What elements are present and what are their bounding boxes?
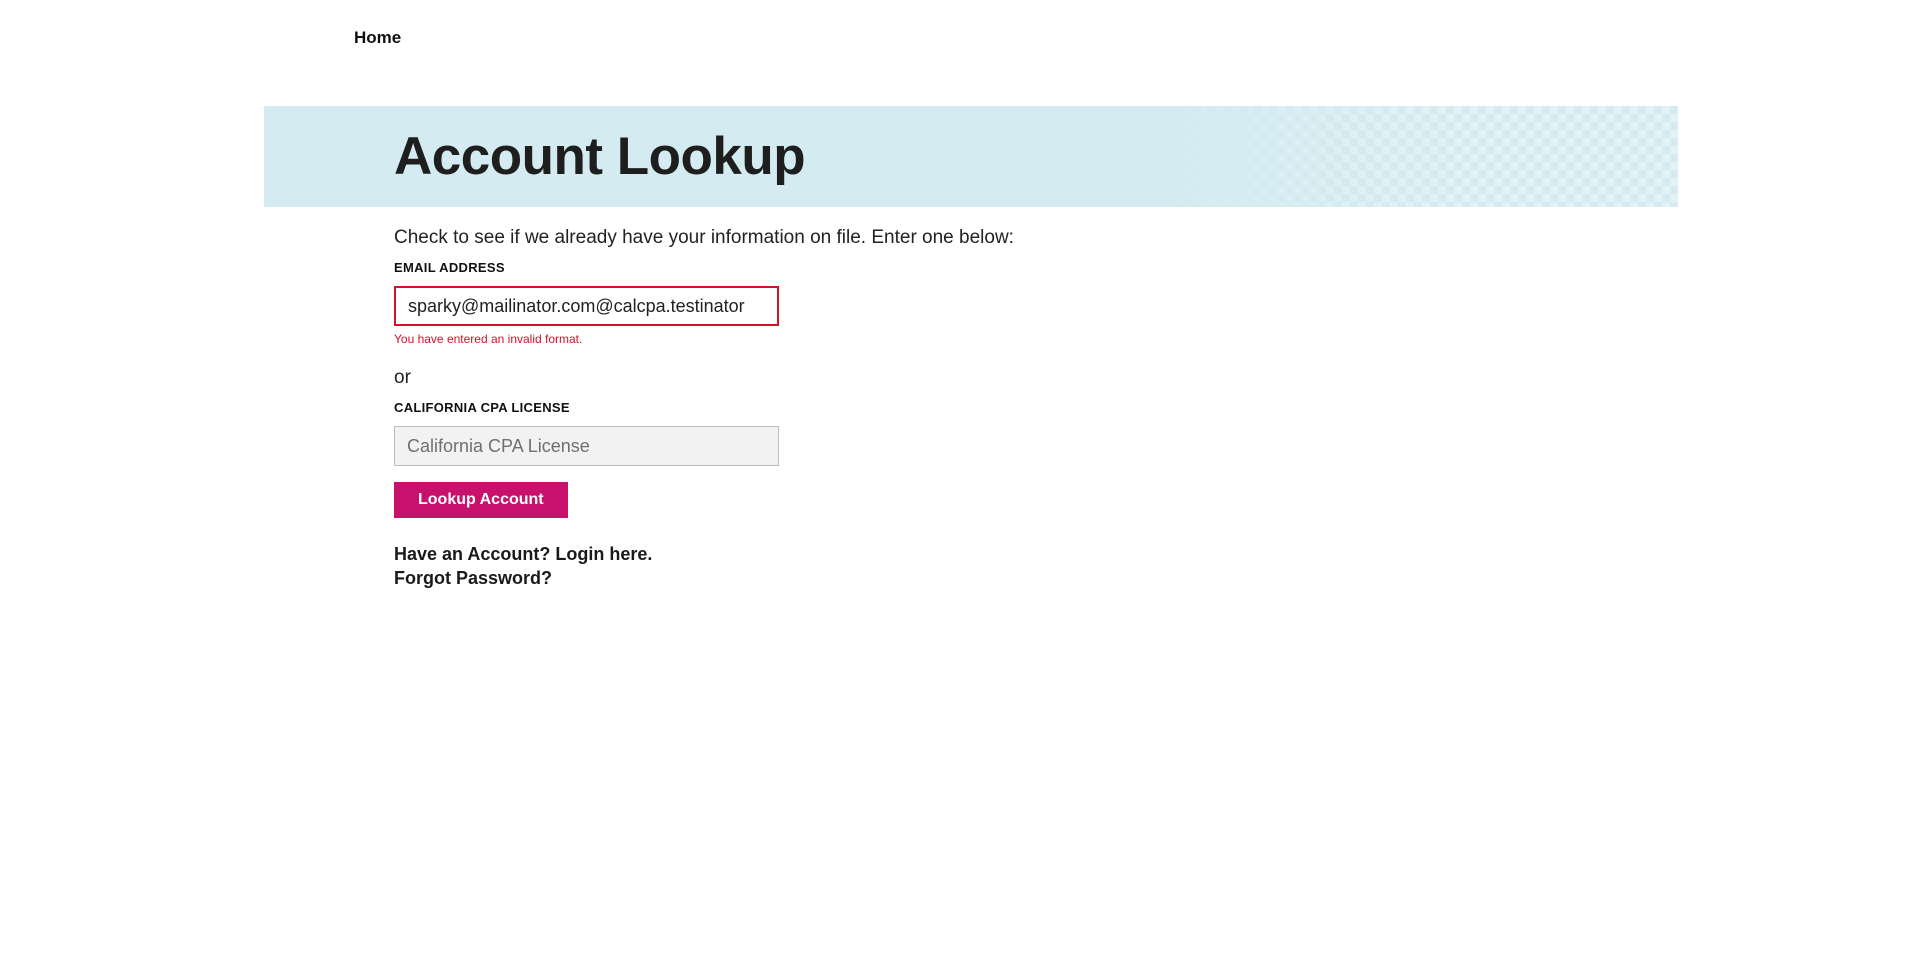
account-links: Have an Account? Login here. Forgot Pass… — [394, 542, 1294, 590]
email-label: EMAIL ADDRESS — [394, 260, 505, 275]
license-field[interactable] — [394, 426, 779, 466]
lookup-form: Check to see if we already have your inf… — [394, 226, 1294, 590]
email-field[interactable] — [394, 286, 779, 326]
page-title: Account Lookup — [394, 127, 806, 186]
email-error-message: You have entered an invalid format. — [394, 332, 583, 346]
nav-home-link[interactable]: Home — [354, 28, 401, 47]
intro-text: Check to see if we already have your inf… — [394, 227, 1014, 248]
lookup-account-button[interactable]: Lookup Account — [394, 482, 568, 518]
forgot-password-link[interactable]: Forgot Password? — [394, 566, 1294, 590]
or-separator: or — [394, 367, 411, 388]
page-banner: Account Lookup — [264, 106, 1678, 207]
banner-pattern — [1158, 106, 1678, 207]
license-label: CALIFORNIA CPA LICENSE — [394, 400, 570, 415]
login-link[interactable]: Have an Account? Login here. — [394, 542, 1294, 566]
top-navigation: Home — [354, 28, 401, 50]
account-lookup-page: Home Account Lookup Check to see if we a… — [0, 0, 1920, 957]
